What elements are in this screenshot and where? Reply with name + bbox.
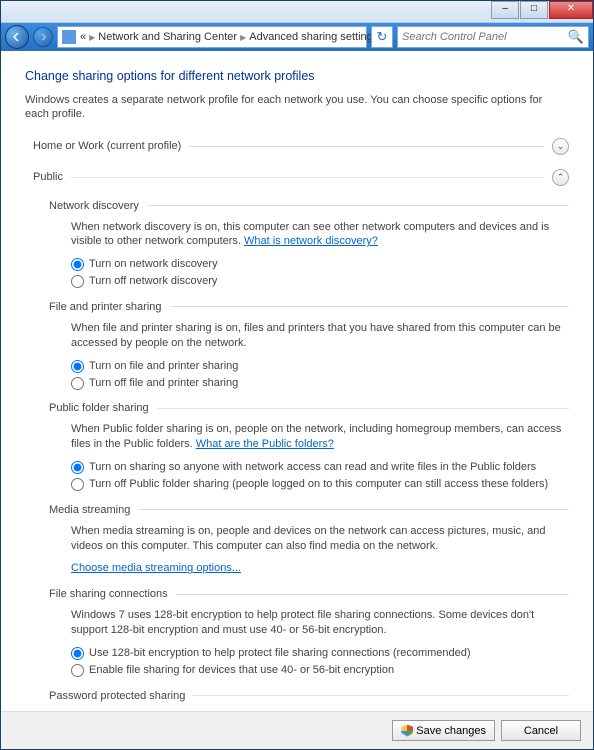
radio-input[interactable] xyxy=(71,478,84,491)
section-file-sharing-connections: File sharing connections Windows 7 uses … xyxy=(49,588,569,677)
radio-label: Turn off file and printer sharing xyxy=(89,376,238,391)
radio-fps-on[interactable]: Turn on file and printer sharing xyxy=(71,359,569,374)
radio-input[interactable] xyxy=(71,664,84,677)
radio-input[interactable] xyxy=(71,360,84,373)
address-bar[interactable]: « ▶ Network and Sharing Center ▶ Advance… xyxy=(57,26,367,48)
breadcrumb-advanced-sharing[interactable]: Advanced sharing settings xyxy=(249,31,378,43)
radio-label: Enable file sharing for devices that use… xyxy=(89,663,394,678)
refresh-button[interactable]: ↻ xyxy=(371,26,393,48)
profile-public-label: Public xyxy=(33,171,63,183)
radio-input[interactable] xyxy=(71,275,84,288)
section-network-discovery: Network discovery When network discovery… xyxy=(49,200,569,289)
breadcrumb-prefix[interactable]: « xyxy=(80,31,86,43)
radio-pfs-off[interactable]: Turn off Public folder sharing (people l… xyxy=(71,477,569,492)
divider xyxy=(189,146,544,147)
save-changes-button[interactable]: Save changes xyxy=(392,720,495,741)
radio-label: Turn on file and printer sharing xyxy=(89,359,238,374)
radio-label: Turn on sharing so anyone with network a… xyxy=(89,460,536,475)
profile-public[interactable]: Public ⌃ xyxy=(33,167,569,188)
divider xyxy=(170,306,569,307)
radio-label: Turn off network discovery xyxy=(89,274,217,289)
profile-homework-label: Home or Work (current profile) xyxy=(33,140,181,152)
divider xyxy=(147,205,569,206)
divider xyxy=(138,509,569,510)
window-controls: – □ ✕ xyxy=(490,1,593,19)
section-header: File and printer sharing xyxy=(49,301,569,313)
radio-netdisc-off[interactable]: Turn off network discovery xyxy=(71,274,569,289)
page-title: Change sharing options for different net… xyxy=(25,69,569,83)
control-panel-window: – □ ✕ « ▶ Network and Sharing Center ▶ A… xyxy=(0,0,594,750)
close-button[interactable]: ✕ xyxy=(549,1,593,19)
maximize-button[interactable]: □ xyxy=(520,1,548,19)
radio-label: Use 128-bit encryption to help protect f… xyxy=(89,646,471,661)
section-desc: When Public folder sharing is on, people… xyxy=(71,422,569,452)
chevron-down-icon[interactable]: ⌄ xyxy=(552,138,569,155)
chevron-right-icon: ▶ xyxy=(240,33,246,42)
chevron-up-icon[interactable]: ⌃ xyxy=(552,169,569,186)
section-title: Public folder sharing xyxy=(49,402,149,414)
divider xyxy=(71,177,544,178)
chevron-right-icon: ▶ xyxy=(89,33,95,42)
radio-group-netdisc: Turn on network discovery Turn off netwo… xyxy=(71,257,569,289)
section-title: Network discovery xyxy=(49,200,139,212)
search-box[interactable]: 🔍 xyxy=(397,26,589,48)
navigation-bar: « ▶ Network and Sharing Center ▶ Advance… xyxy=(1,23,593,51)
radio-input[interactable] xyxy=(71,258,84,271)
search-icon[interactable]: 🔍 xyxy=(564,29,588,45)
radio-fsc-128bit[interactable]: Use 128-bit encryption to help protect f… xyxy=(71,646,569,661)
radio-group-fps: Turn on file and printer sharing Turn of… xyxy=(71,359,569,391)
section-public-folder-sharing: Public folder sharing When Public folder… xyxy=(49,402,569,491)
search-input[interactable] xyxy=(398,31,564,43)
titlebar: – □ ✕ xyxy=(1,1,593,23)
back-button[interactable] xyxy=(5,25,29,49)
divider xyxy=(176,594,569,595)
radio-group-fsc: Use 128-bit encryption to help protect f… xyxy=(71,646,569,678)
link-media-streaming-options[interactable]: Choose media streaming options... xyxy=(71,562,241,574)
footer-bar: Save changes Cancel xyxy=(1,711,593,749)
radio-pfs-on[interactable]: Turn on sharing so anyone with network a… xyxy=(71,460,569,475)
section-media-streaming: Media streaming When media streaming is … xyxy=(49,504,569,577)
control-panel-icon xyxy=(62,30,76,44)
cancel-button[interactable]: Cancel xyxy=(501,720,581,741)
arrow-left-icon xyxy=(12,32,22,42)
section-password-protected-sharing: Password protected sharing When password… xyxy=(49,690,569,711)
section-header: Password protected sharing xyxy=(49,690,569,702)
breadcrumb-network-sharing[interactable]: Network and Sharing Center xyxy=(98,31,237,43)
radio-input[interactable] xyxy=(71,647,84,660)
link-what-is-network-discovery[interactable]: What is network discovery? xyxy=(244,235,378,247)
section-header: File sharing connections xyxy=(49,588,569,600)
section-desc: When file and printer sharing is on, fil… xyxy=(71,321,569,351)
radio-label: Turn off Public folder sharing (people l… xyxy=(89,477,548,492)
radio-input[interactable] xyxy=(71,377,84,390)
radio-fps-off[interactable]: Turn off file and printer sharing xyxy=(71,376,569,391)
section-file-printer-sharing: File and printer sharing When file and p… xyxy=(49,301,569,390)
section-title: File sharing connections xyxy=(49,588,168,600)
section-header: Network discovery xyxy=(49,200,569,212)
section-title: Password protected sharing xyxy=(49,690,185,702)
section-title: File and printer sharing xyxy=(49,301,162,313)
section-desc: When network discovery is on, this compu… xyxy=(71,220,569,250)
divider xyxy=(157,408,569,409)
minimize-button[interactable]: – xyxy=(491,1,519,19)
section-header: Public folder sharing xyxy=(49,402,569,414)
link-what-are-public-folders[interactable]: What are the Public folders? xyxy=(196,438,334,450)
divider xyxy=(193,695,569,696)
intro-text: Windows creates a separate network profi… xyxy=(25,93,569,122)
radio-group-pfs: Turn on sharing so anyone with network a… xyxy=(71,460,569,492)
radio-fsc-4056bit[interactable]: Enable file sharing for devices that use… xyxy=(71,663,569,678)
radio-label: Turn on network discovery xyxy=(89,257,218,272)
section-header: Media streaming xyxy=(49,504,569,516)
section-title: Media streaming xyxy=(49,504,130,516)
radio-input[interactable] xyxy=(71,461,84,474)
content-area: Change sharing options for different net… xyxy=(1,51,593,711)
arrow-right-icon xyxy=(39,33,47,41)
save-label: Save changes xyxy=(416,725,486,737)
section-desc: When media streaming is on, people and d… xyxy=(71,524,569,554)
refresh-icon: ↻ xyxy=(377,29,388,45)
radio-netdisc-on[interactable]: Turn on network discovery xyxy=(71,257,569,272)
forward-button[interactable] xyxy=(33,27,53,47)
uac-shield-icon xyxy=(401,725,413,737)
section-desc: Windows 7 uses 128-bit encryption to hel… xyxy=(71,608,569,638)
profile-homework[interactable]: Home or Work (current profile) ⌄ xyxy=(33,136,569,157)
